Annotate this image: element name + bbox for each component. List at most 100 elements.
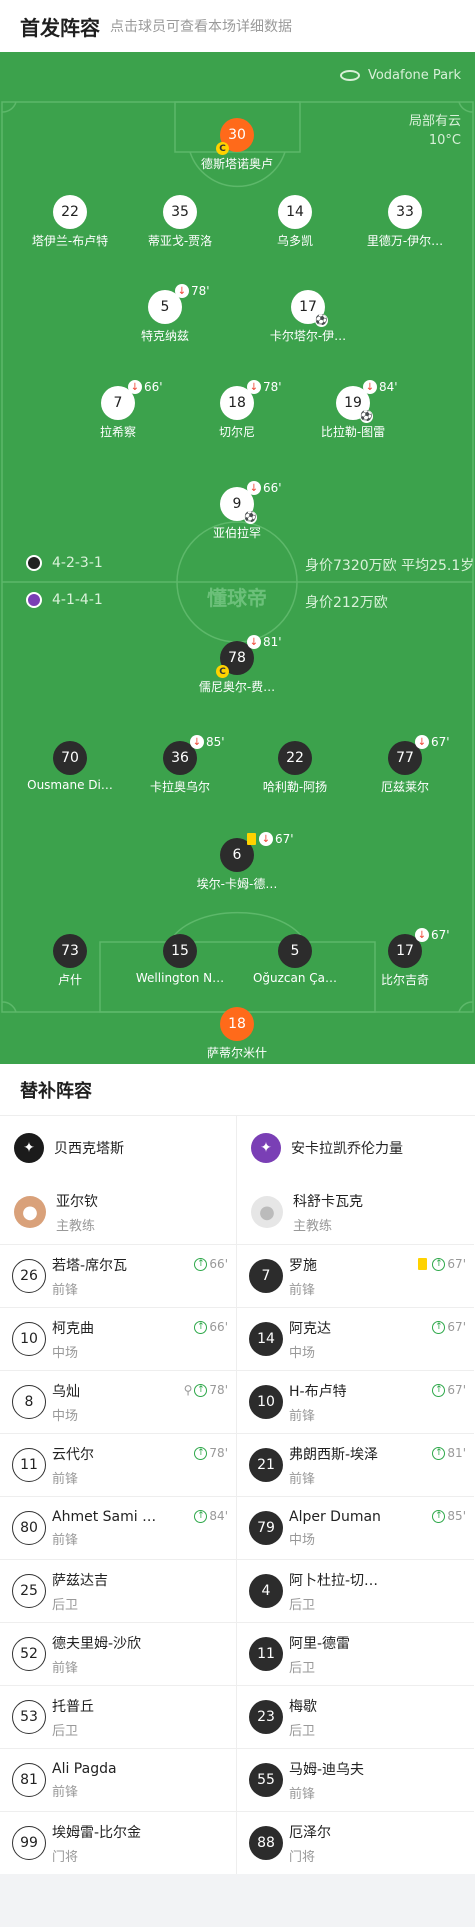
player-away-7[interactable]: 73 卢什	[10, 934, 130, 988]
player-away-4[interactable]: 22 哈利勒-阿扬	[235, 741, 355, 795]
away-formation: 4-1-4-1	[26, 592, 103, 608]
player-home-5[interactable]: 33 里德万-伊尔…	[345, 195, 465, 249]
sub-in-arrow-icon: ↑	[194, 1257, 208, 1271]
shirt-number: 78 C ↓ 81'	[216, 635, 282, 678]
player-name: 儒尼奥尔-费…	[198, 680, 276, 694]
sub-off-indicator: ↓ 84'	[363, 380, 398, 394]
sub-player-row[interactable]: 53 托普丘 后卫	[0, 1685, 236, 1748]
sub-on-indicator: ⚲ ↑ 78'	[184, 1383, 228, 1397]
player-home-10[interactable]: 19 ⚽ ↓ 84' 比拉勒-图雷	[293, 380, 413, 440]
sub-off-indicator: ↓ 67'	[247, 832, 294, 846]
player-away-10[interactable]: 17 ↓ 67' 比尔吉奇	[345, 928, 465, 988]
sub-player-name: 阿克达	[289, 1320, 331, 1337]
sub-player-position: 后卫	[52, 1597, 79, 1613]
coach-role: 主教练	[56, 1218, 96, 1234]
shirt-number: 21	[249, 1448, 283, 1482]
player-away-2[interactable]: 70 Ousmane Di…	[10, 741, 130, 792]
sub-player-name: 马姆-迪乌夫	[289, 1761, 365, 1778]
sub-player-row[interactable]: 21 弗朗西斯-埃泽 前锋 ↑ 81'	[237, 1433, 474, 1496]
home-team-badge	[26, 555, 42, 571]
sub-player-position: 后卫	[289, 1723, 316, 1739]
sub-out-arrow-icon: ↓	[247, 635, 261, 649]
shirt-number: 18	[220, 1007, 254, 1041]
sub-player-row[interactable]: 81 Ali Pagda 前锋	[0, 1748, 236, 1811]
player-away-3[interactable]: 36 ↓ 85' 卡拉奥乌尔	[120, 735, 240, 795]
away-coach[interactable]: ● 科舒卡瓦克 主教练	[237, 1180, 474, 1244]
player-away-8[interactable]: 15 Wellington N…	[120, 934, 240, 985]
sub-minute: 81'	[447, 1446, 466, 1460]
shirt-number: 5 ↓ 78'	[148, 284, 210, 324]
sub-player-info: 柯克曲 中场	[52, 1318, 94, 1361]
away-team-row[interactable]: ✦ 安卡拉凯乔伦力量	[237, 1116, 474, 1180]
away-team-logo: ✦	[251, 1133, 281, 1163]
sub-player-row[interactable]: 4 阿卜杜拉-切… 后卫	[237, 1559, 474, 1622]
sub-player-info: 马姆-迪乌夫 前锋	[289, 1759, 364, 1802]
player-away-1[interactable]: 78 C ↓ 81' 儒尼奥尔-费…	[177, 635, 297, 695]
home-team-row[interactable]: ✦ 贝西克塔斯	[0, 1116, 236, 1180]
sub-minute: 78'	[263, 380, 282, 394]
sub-player-row[interactable]: 14 阿克达 中场 ↑ 67'	[237, 1307, 474, 1370]
sub-player-name: 若塔-席尔瓦	[52, 1257, 128, 1274]
sub-minute: 85'	[447, 1509, 466, 1523]
player-home-4[interactable]: 14 乌多凯	[235, 195, 355, 249]
sub-player-row[interactable]: 88 厄泽尔 门将	[237, 1811, 474, 1874]
home-subs-column: ✦ 贝西克塔斯 ● 亚尔钦 主教练 26 若塔-席尔瓦 前锋 ↑ 66' 10 柯克曲 中场 ↑ 6…	[0, 1116, 237, 1874]
sub-player-info: 阿卜杜拉-切… 后卫	[289, 1570, 378, 1613]
shirt-number: 79	[249, 1511, 283, 1545]
sub-player-row[interactable]: 99 埃姆雷-比尔金 门将	[0, 1811, 236, 1874]
sub-player-name: 云代尔	[52, 1446, 94, 1463]
sub-player-name: 弗朗西斯-埃泽	[289, 1446, 379, 1463]
sub-player-row[interactable]: 26 若塔-席尔瓦 前锋 ↑ 66'	[0, 1244, 236, 1307]
sub-player-row[interactable]: 10 H-布卢特 前锋 ↑ 67'	[237, 1370, 474, 1433]
sub-player-row[interactable]: 25 萨兹达吉 后卫	[0, 1559, 236, 1622]
weather: 局部有云 10°C	[409, 112, 461, 150]
assist-icon: ⚲	[183, 1383, 193, 1397]
pitch: Vodafone Park 局部有云 10°C 懂球帝 4-2-3-1 身价73…	[0, 52, 475, 1064]
player-name: 切尔尼	[218, 425, 255, 439]
player-name: 德斯塔诺奥卢	[200, 157, 273, 171]
player-name: 卡尔塔尔-伊…	[269, 329, 347, 343]
sub-out-arrow-icon: ↓	[190, 735, 204, 749]
sub-player-info: Ahmet Sami … 前锋	[52, 1509, 156, 1548]
sub-player-row[interactable]: 8 乌灿 中场 ⚲ ↑ 78'	[0, 1370, 236, 1433]
sub-player-position: 前锋	[52, 1282, 79, 1298]
sub-player-row[interactable]: 79 Alper Duman 中场 ↑ 85'	[237, 1496, 474, 1559]
sub-player-name: 埃姆雷-比尔金	[52, 1824, 142, 1841]
sub-in-arrow-icon: ↑	[194, 1446, 208, 1460]
player-home-3[interactable]: 35 蒂亚戈-贾洛	[120, 195, 240, 249]
player-home-8[interactable]: 7 ↓ 66' 拉希察	[58, 380, 178, 440]
player-home-6[interactable]: 5 ↓ 78' 特克纳兹	[105, 284, 225, 344]
player-name: 卡拉奥乌尔	[149, 780, 210, 794]
sub-player-info: 云代尔 前锋	[52, 1444, 94, 1487]
shirt-number: 19 ⚽ ↓ 84'	[336, 380, 398, 423]
player-away-6[interactable]: 6 ↓ 67' 埃尔-卡姆-德…	[177, 832, 297, 892]
sub-player-row[interactable]: 80 Ahmet Sami … 前锋 ↑ 84'	[0, 1496, 236, 1559]
player-name: 亚伯拉罕	[212, 526, 261, 540]
player-away-5[interactable]: 77 ↓ 67' 厄兹莱尔	[345, 735, 465, 795]
sub-in-arrow-icon: ↑	[194, 1320, 208, 1334]
player-home-9[interactable]: 18 ↓ 78' 切尔尼	[177, 380, 297, 440]
player-away-11[interactable]: 18 萨蒂尔米什	[177, 1007, 297, 1061]
sub-player-row[interactable]: 10 柯克曲 中场 ↑ 66'	[0, 1307, 236, 1370]
away-subs-column: ✦ 安卡拉凯乔伦力量 ● 科舒卡瓦克 主教练 7 罗施 前锋 ↑ 67' 14 阿克达 中场 ↑ 6…	[237, 1116, 474, 1874]
sub-player-row[interactable]: 7 罗施 前锋 ↑ 67'	[237, 1244, 474, 1307]
sub-minute: 66'	[263, 481, 282, 495]
home-coach[interactable]: ● 亚尔钦 主教练	[0, 1180, 236, 1244]
coach-name: 科舒卡瓦克	[293, 1193, 363, 1210]
player-home-7[interactable]: 17 ⚽ 卡尔塔尔-伊…	[248, 290, 368, 344]
sub-player-info: 弗朗西斯-埃泽 前锋	[289, 1444, 378, 1487]
sub-player-row[interactable]: 11 阿里-德雷 后卫	[237, 1622, 474, 1685]
sub-player-position: 中场	[289, 1532, 316, 1548]
sub-player-row[interactable]: 23 梅歇 后卫	[237, 1685, 474, 1748]
sub-player-row[interactable]: 11 云代尔 前锋 ↑ 78'	[0, 1433, 236, 1496]
sub-player-position: 前锋	[52, 1532, 79, 1548]
sub-player-row[interactable]: 52 德夫里姆-沙欣 前锋	[0, 1622, 236, 1685]
player-home-2[interactable]: 22 塔伊兰-布卢特	[10, 195, 130, 249]
sub-player-row[interactable]: 55 马姆-迪乌夫 前锋	[237, 1748, 474, 1811]
player-name: Wellington N…	[135, 971, 225, 985]
away-formation-text: 4-1-4-1	[52, 592, 103, 608]
sub-player-position: 门将	[289, 1849, 316, 1865]
player-away-9[interactable]: 5 Oğuzcan Ça…	[235, 934, 355, 985]
player-home-11[interactable]: 9 ⚽ ↓ 66' 亚伯拉罕	[177, 481, 297, 541]
player-home-1[interactable]: 30 C 德斯塔诺奥卢	[177, 118, 297, 172]
